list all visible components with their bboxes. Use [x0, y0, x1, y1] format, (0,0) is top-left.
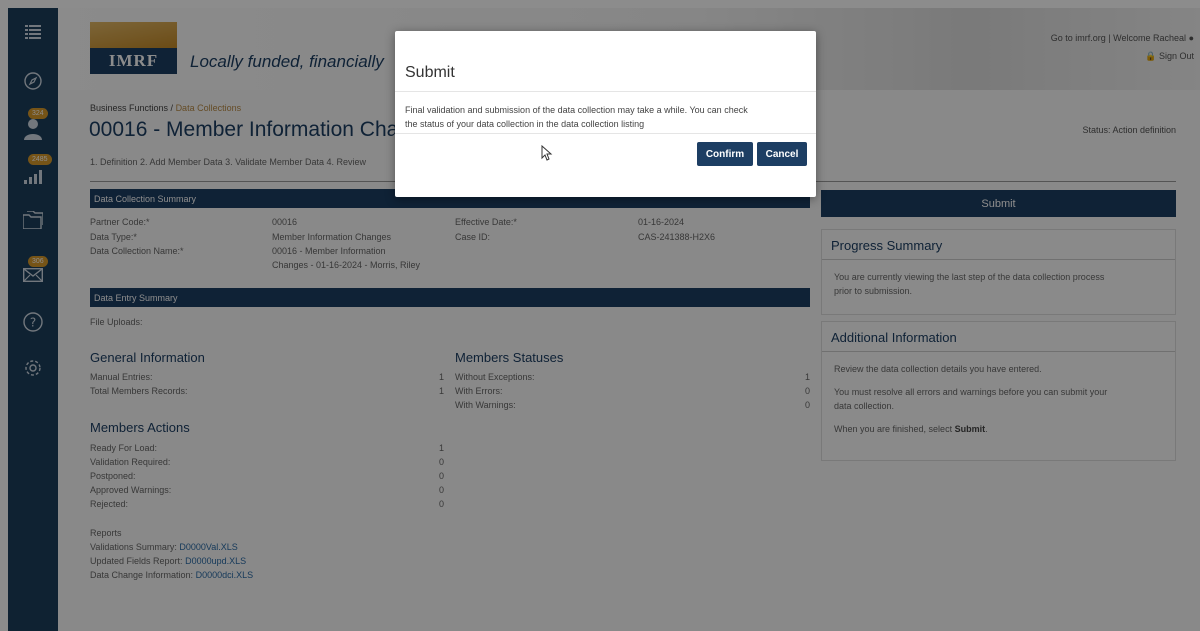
mouse-cursor-icon	[541, 144, 553, 161]
dialog-title: Submit	[395, 31, 816, 92]
dialog-body: Final validation and submission of the d…	[395, 92, 816, 134]
dialog-body-line2: the status of your data collection in th…	[405, 119, 645, 129]
dialog-footer: Confirm Cancel	[697, 142, 807, 166]
submit-dialog: Submit Final validation and submission o…	[395, 31, 816, 197]
confirm-button[interactable]: Confirm	[697, 142, 753, 166]
cancel-button[interactable]: Cancel	[757, 142, 807, 166]
dialog-body-line1: Final validation and submission of the d…	[405, 105, 748, 115]
